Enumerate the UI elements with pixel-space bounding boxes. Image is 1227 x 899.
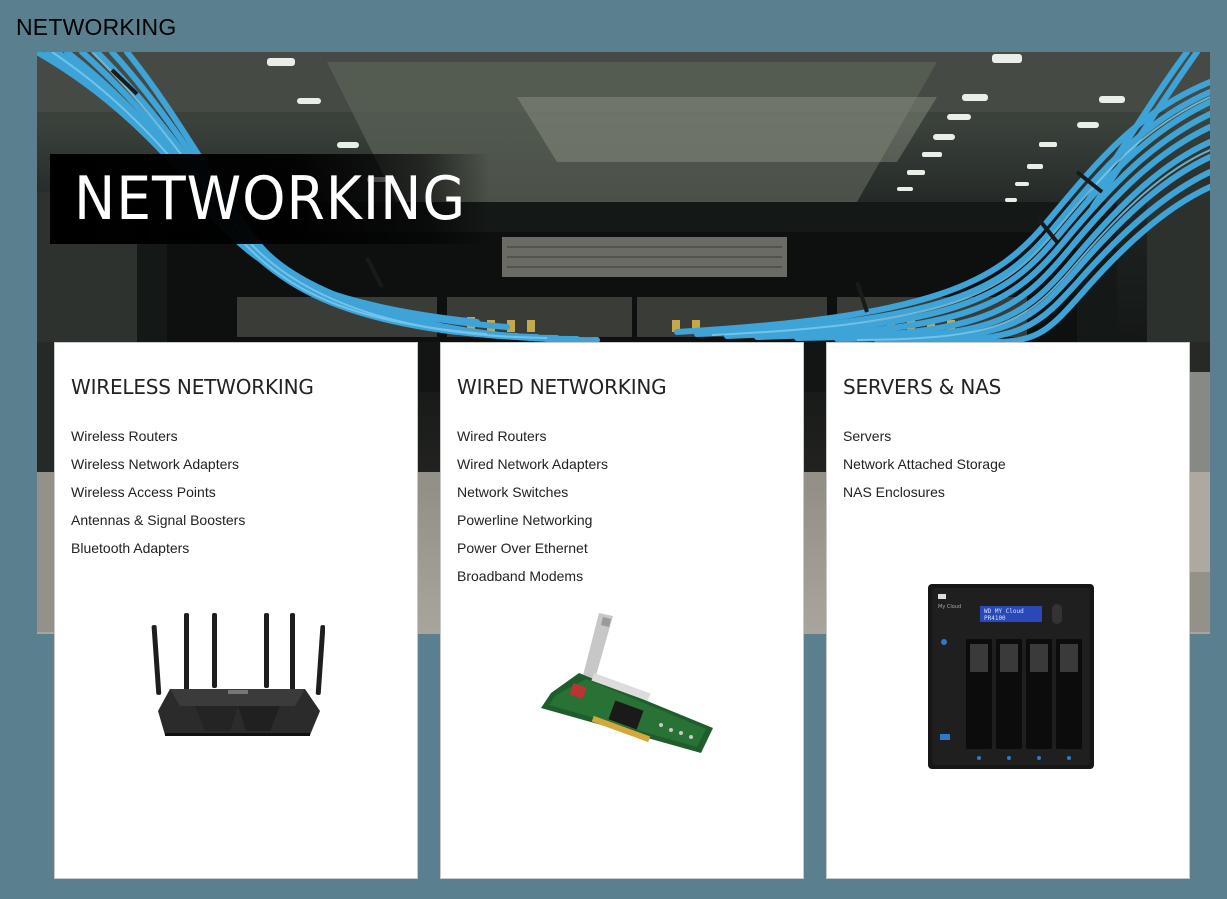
category-card-servers-nas: SERVERS & NAS Servers Network Attached S…: [826, 342, 1190, 879]
page-title: NETWORKING: [16, 14, 177, 40]
svg-text:My Cloud: My Cloud: [938, 604, 961, 610]
hero-banner: NETWORKING: [50, 154, 490, 244]
svg-text:PR4100: PR4100: [984, 615, 1006, 622]
category-title[interactable]: WIRED NETWORKING: [457, 375, 667, 399]
category-link-list: Servers Network Attached Storage NAS Enc…: [843, 422, 1006, 506]
svg-text:WD MY Cloud: WD MY Cloud: [984, 608, 1024, 615]
category-link[interactable]: Bluetooth Adapters: [71, 534, 245, 562]
category-title[interactable]: SERVERS & NAS: [843, 375, 1001, 399]
category-link[interactable]: NAS Enclosures: [843, 478, 1006, 506]
category-link[interactable]: Powerline Networking: [457, 506, 608, 534]
category-link-list: Wireless Routers Wireless Network Adapte…: [71, 422, 245, 562]
category-card-wired: WIRED NETWORKING Wired Routers Wired Net…: [440, 342, 804, 879]
category-link[interactable]: Wired Routers: [457, 422, 608, 450]
nas-device-image[interactable]: My Cloud WD MY Cloud PR4100: [928, 584, 1094, 769]
category-title[interactable]: WIRELESS NETWORKING: [71, 375, 314, 399]
category-link[interactable]: Antennas & Signal Boosters: [71, 506, 245, 534]
hero-banner-title: NETWORKING: [74, 164, 467, 234]
category-link[interactable]: Network Attached Storage: [843, 450, 1006, 478]
category-link[interactable]: Broadband Modems: [457, 562, 608, 590]
category-link[interactable]: Wired Network Adapters: [457, 450, 608, 478]
category-link[interactable]: Power Over Ethernet: [457, 534, 608, 562]
category-link[interactable]: Wireless Network Adapters: [71, 450, 245, 478]
category-link[interactable]: Servers: [843, 422, 1006, 450]
category-link[interactable]: Wireless Access Points: [71, 478, 245, 506]
wireless-router-image[interactable]: [150, 611, 325, 741]
category-link[interactable]: Network Switches: [457, 478, 608, 506]
category-card-wireless: WIRELESS NETWORKING Wireless Routers Wir…: [54, 342, 418, 879]
category-link[interactable]: Wireless Routers: [71, 422, 245, 450]
category-link-list: Wired Routers Wired Network Adapters Net…: [457, 422, 608, 590]
network-card-image[interactable]: [531, 613, 716, 758]
